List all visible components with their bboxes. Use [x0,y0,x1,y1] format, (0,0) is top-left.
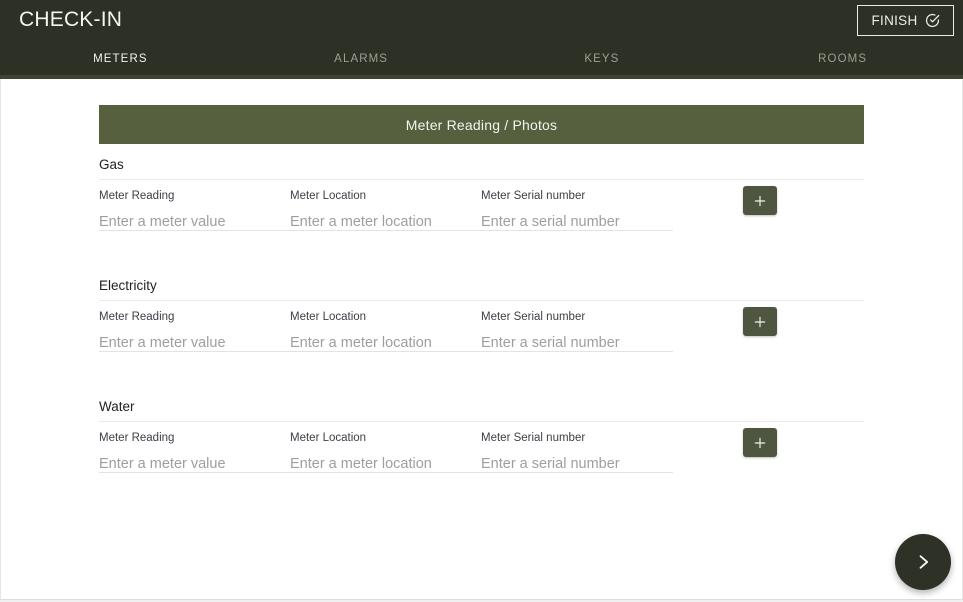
top-bar: CHECK-IN FINISH METERS ALARMS KEYS ROOMS [0,0,963,79]
meter-group-water: Water Meter Reading Meter Location Meter… [1,399,962,521]
tab-rooms[interactable]: ROOMS [722,46,963,79]
field-label-meter-serial: Meter Serial number [481,432,586,444]
tab-keys[interactable]: KEYS [482,46,723,79]
tab-meters[interactable]: METERS [0,46,963,79]
fields-underline [99,472,673,473]
field-label-meter-location: Meter Location [290,432,367,444]
fields-underline [99,351,673,352]
meter-group-gas: Gas Meter Reading Meter Location Meter S… [1,157,962,279]
tab-alarms[interactable]: ALARMS [241,46,482,79]
group-title: Water [99,399,135,414]
input-meter-serial[interactable] [481,455,656,478]
meter-reading-photos-banner: Meter Reading / Photos [99,105,864,144]
group-divider [99,179,864,180]
field-label-meter-serial: Meter Serial number [481,190,586,202]
chevron-right-icon [913,552,933,572]
add-meter-button[interactable] [743,186,777,215]
tab-rooms-label: ROOMS [818,53,868,65]
tab-meters-label: METERS [93,53,148,65]
input-meter-location[interactable] [290,334,465,357]
field-label-meter-reading: Meter Reading [99,190,175,202]
content-panel: Meter Reading / Photos Gas Meter Reading… [0,79,963,600]
next-fab-button[interactable] [895,534,951,590]
field-label-meter-location: Meter Location [290,190,367,202]
field-label-meter-serial: Meter Serial number [481,311,586,323]
field-label-meter-reading: Meter Reading [99,432,175,444]
tab-keys-label: KEYS [584,53,620,65]
meter-group-electricity: Electricity Meter Reading Meter Location… [1,278,962,400]
plus-icon [753,436,767,450]
input-meter-reading[interactable] [99,455,274,478]
group-divider [99,421,864,422]
input-meter-reading[interactable] [99,334,274,357]
meter-groups: Gas Meter Reading Meter Location Meter S… [1,157,962,521]
finish-button-label: FINISH [871,12,918,28]
field-label-meter-reading: Meter Reading [99,311,175,323]
tab-bar: METERS ALARMS KEYS ROOMS [0,46,963,79]
group-divider [99,300,864,301]
add-meter-button[interactable] [743,428,777,457]
group-title: Electricity [99,278,157,293]
banner-label: Meter Reading / Photos [405,116,558,133]
input-meter-serial[interactable] [481,334,656,357]
input-meter-serial[interactable] [481,213,656,236]
input-meter-reading[interactable] [99,213,274,236]
check-circle-icon [925,13,940,28]
page-title: CHECK-IN [19,8,123,31]
fields-underline [99,230,673,231]
input-meter-location[interactable] [290,213,465,236]
check-in-app: CHECK-IN FINISH METERS ALARMS KEYS ROOMS… [0,0,963,602]
finish-button[interactable]: FINISH [857,5,954,36]
input-meter-location[interactable] [290,455,465,478]
plus-icon [753,194,767,208]
add-meter-button[interactable] [743,307,777,336]
plus-icon [753,315,767,329]
field-label-meter-location: Meter Location [290,311,367,323]
tab-alarms-label: ALARMS [334,53,389,65]
group-title: Gas [99,157,124,172]
